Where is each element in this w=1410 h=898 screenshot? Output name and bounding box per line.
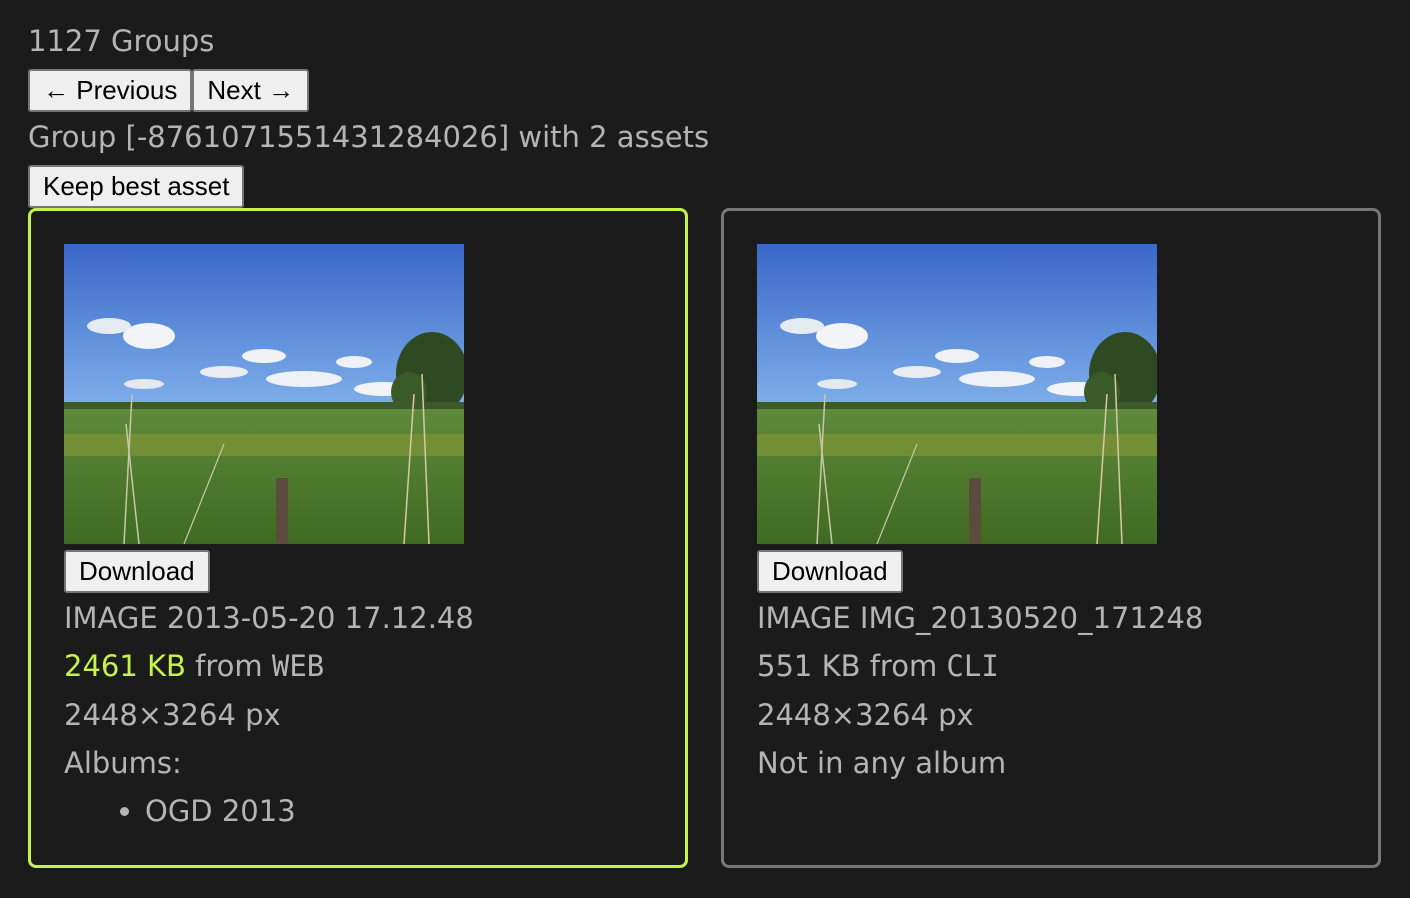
albums-list: OGD 2013	[111, 792, 296, 830]
from-text: from	[195, 649, 263, 683]
download-button[interactable]: Download	[64, 550, 210, 593]
pagination: ← Previous Next →	[28, 69, 310, 112]
duplicate-review-page: 1127 Groups ← Previous Next → Group [-87…	[0, 0, 1410, 898]
asset-size: 551 KB	[757, 649, 861, 683]
album-item: OGD 2013	[145, 792, 296, 830]
asset-source: WEB	[271, 649, 325, 683]
asset-name: IMAGE IMG_20130520_171248	[757, 601, 1204, 635]
from-text: from	[869, 649, 938, 683]
asset-card-best[interactable]: Download IMAGE 2013-05-20 17.12.48 2461 …	[28, 208, 688, 868]
albums-label: Albums:	[64, 746, 182, 780]
asset-size-source: 551 KB from CLI	[757, 647, 999, 685]
keep-best-asset-button[interactable]: Keep best asset	[28, 165, 245, 208]
asset-thumbnail[interactable]	[64, 244, 464, 544]
asset-thumbnail[interactable]	[757, 244, 1157, 544]
asset-dimensions: 2448×3264 px	[757, 698, 974, 732]
asset-card[interactable]: Download IMAGE IMG_20130520_171248 551 K…	[721, 208, 1381, 868]
previous-button[interactable]: ← Previous	[28, 69, 193, 112]
asset-size: 2461 KB	[64, 649, 186, 683]
asset-size-source: 2461 KB from WEB	[64, 647, 324, 685]
asset-source: CLI	[946, 649, 999, 683]
download-button[interactable]: Download	[757, 550, 903, 593]
albums-label: Not in any album	[757, 746, 1007, 780]
next-button[interactable]: Next →	[192, 69, 310, 112]
asset-name: IMAGE 2013-05-20 17.12.48	[64, 601, 474, 635]
asset-dimensions: 2448×3264 px	[64, 698, 281, 732]
groups-count: 1127 Groups	[28, 24, 215, 58]
group-title: Group [-8761071551431284026] with 2 asse…	[28, 120, 710, 154]
